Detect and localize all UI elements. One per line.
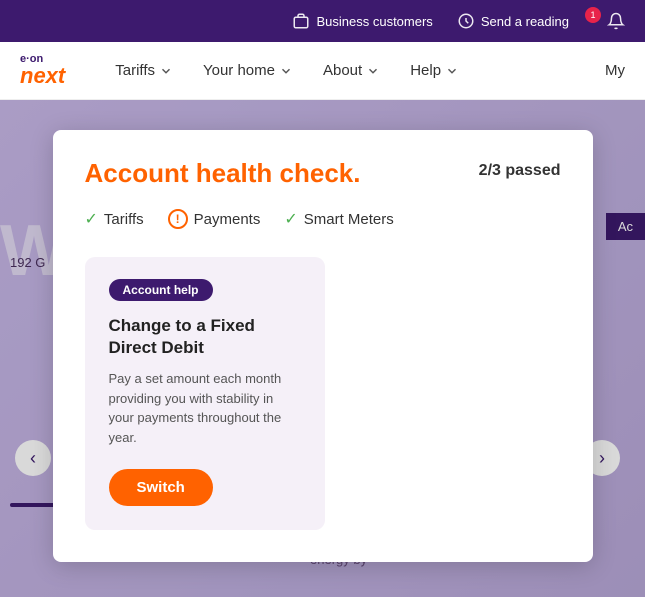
nav-bar: e·on next Tariffs Your home About Help M… [0,42,645,100]
card-description: Pay a set amount each month providing yo… [109,369,301,447]
nav-my[interactable]: My [605,62,625,79]
modal-title: Account health check. [85,158,361,189]
notification-badge: 1 [585,7,601,23]
business-customers-label: Business customers [316,14,432,29]
chevron-down-icon [445,64,459,78]
nav-my-label: My [605,62,625,79]
modal-overlay: Account health check. 2/3 passed ✓ Tarif… [0,100,645,597]
check-warn-icon: ! [168,209,188,229]
briefcase-icon [292,12,310,30]
check-smart-meters-label: Smart Meters [304,211,394,228]
nav-tariffs[interactable]: Tariffs [115,62,173,79]
chevron-down-icon [366,64,380,78]
meter-icon [457,12,475,30]
check-pass-icon: ✓ [85,209,98,229]
check-tariffs-label: Tariffs [104,211,144,228]
health-check-modal: Account health check. 2/3 passed ✓ Tarif… [53,130,593,562]
account-help-card: Account help Change to a Fixed Direct De… [85,257,325,530]
check-payments-label: Payments [194,211,261,228]
send-reading-link[interactable]: Send a reading [457,12,569,30]
nav-your-home-label: Your home [203,62,275,79]
card-title: Change to a Fixed Direct Debit [109,315,301,359]
send-reading-label: Send a reading [481,14,569,29]
chevron-down-icon [159,64,173,78]
switch-button[interactable]: Switch [109,469,213,506]
card-badge: Account help [109,279,213,301]
check-pass-icon-2: ✓ [284,209,297,229]
modal-passed: 2/3 passed [479,162,561,180]
nav-help-label: Help [410,62,441,79]
checks-row: ✓ Tariffs ! Payments ✓ Smart Meters [85,209,561,229]
top-bar: Business customers Send a reading 1 [0,0,645,42]
chevron-down-icon [279,64,293,78]
check-tariffs: ✓ Tariffs [85,209,144,229]
check-payments: ! Payments [168,209,261,229]
nav-about-label: About [323,62,362,79]
nav-your-home[interactable]: Your home [203,62,293,79]
nav-tariffs-label: Tariffs [115,62,155,79]
bell-icon [607,12,625,30]
modal-header: Account health check. 2/3 passed [85,158,561,189]
notifications-area[interactable]: 1 [593,12,625,30]
logo: e·on next [20,54,65,87]
nav-help[interactable]: Help [410,62,459,79]
nav-about[interactable]: About [323,62,380,79]
check-smart-meters: ✓ Smart Meters [284,209,393,229]
business-customers-link[interactable]: Business customers [292,12,432,30]
logo-next: next [20,65,65,87]
